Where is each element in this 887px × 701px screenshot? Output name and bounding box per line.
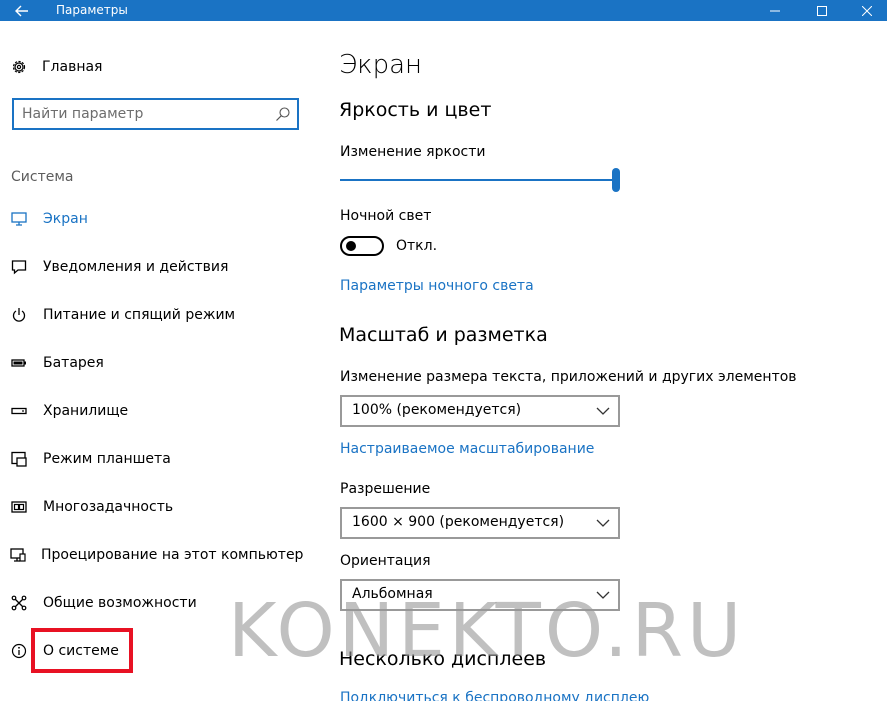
night-light-settings-link[interactable]: Параметры ночного света [340,278,534,294]
back-button[interactable] [0,0,44,21]
close-button[interactable] [844,0,887,21]
resolution-label: Разрешение [340,481,431,497]
title-bar: Параметры [0,0,887,21]
minimize-button[interactable] [752,0,798,21]
orientation-label: Ориентация [340,553,431,569]
size-value: 100% (рекомендуется) [352,402,522,418]
gear-icon [12,60,26,74]
scale-heading: Масштаб и разметка [339,324,548,346]
projecting-icon [10,548,26,562]
highlight-frame [31,628,133,673]
maximize-icon [817,5,827,16]
battery-icon [11,359,26,367]
search-box[interactable] [12,98,299,130]
tablet-icon [11,451,27,467]
size-dropdown[interactable]: 100% (рекомендуется) [340,395,620,427]
arrow-left-icon [15,5,28,16]
notifications-icon [11,260,27,275]
maximize-button[interactable] [799,0,845,21]
shared-icon [11,595,27,611]
size-label: Изменение размера текста, приложений и д… [340,369,797,385]
brightness-slider-thumb[interactable] [612,168,620,192]
sidebar-item-label: Общие возможности [43,595,197,611]
search-icon[interactable] [275,106,291,122]
info-icon [11,643,27,659]
custom-scaling-link[interactable]: Настраиваемое масштабирование [340,441,594,457]
night-light-toggle[interactable] [340,236,384,256]
sidebar-item-label: Хранилище [43,403,129,419]
monitor-icon [11,212,27,226]
sidebar-item-label: Многозадачность [43,499,174,515]
close-icon [862,5,872,16]
page-title: Экран [339,50,423,80]
brightness-slider[interactable] [340,179,616,181]
chevron-down-icon [596,519,610,527]
brightness-heading: Яркость и цвет [339,99,492,121]
window-title: Параметры [56,3,128,17]
power-icon [12,308,26,322]
home-link[interactable]: Главная [10,56,102,78]
sidebar-item-multitasking[interactable]: Многозадачность [10,495,300,519]
sidebar-item-projecting[interactable]: Проецирование на этот компьютер [10,543,304,567]
sidebar-item-display[interactable]: Экран [10,207,300,231]
toggle-knob [346,241,356,251]
sidebar-item-label: Проецирование на этот компьютер [41,547,304,563]
sidebar-item-tablet-mode[interactable]: Режим планшета [10,447,300,471]
sidebar-item-label: Батарея [43,355,104,371]
wireless-display-link[interactable]: Подключиться к беспроводному дисплею [340,690,649,701]
resolution-dropdown[interactable]: 1600 × 900 (рекомендуется) [340,507,620,539]
sidebar-item-storage[interactable]: Хранилище [10,399,300,423]
chevron-down-icon [596,407,610,415]
sidebar-item-label: Экран [43,211,88,227]
sidebar-item-label: Уведомления и действия [43,259,229,275]
sidebar-item-notifications[interactable]: Уведомления и действия [10,255,300,279]
night-light-state: Откл. [396,238,438,254]
night-light-label: Ночной свет [340,208,432,224]
brightness-label: Изменение яркости [340,144,486,160]
watermark: KONEKTO.RU [228,588,746,674]
resolution-value: 1600 × 900 (рекомендуется) [352,514,565,530]
minimize-icon [770,10,780,11]
sidebar-item-power[interactable]: Питание и спящий режим [10,303,300,327]
multitasking-icon [11,501,27,513]
storage-icon [11,407,27,415]
sidebar-item-battery[interactable]: Батарея [10,351,300,375]
search-input[interactable] [22,104,267,124]
sidebar-item-label: Питание и спящий режим [43,307,236,323]
section-title: Система [11,169,74,185]
sidebar-item-label: Режим планшета [43,451,171,467]
home-label: Главная [42,59,103,75]
